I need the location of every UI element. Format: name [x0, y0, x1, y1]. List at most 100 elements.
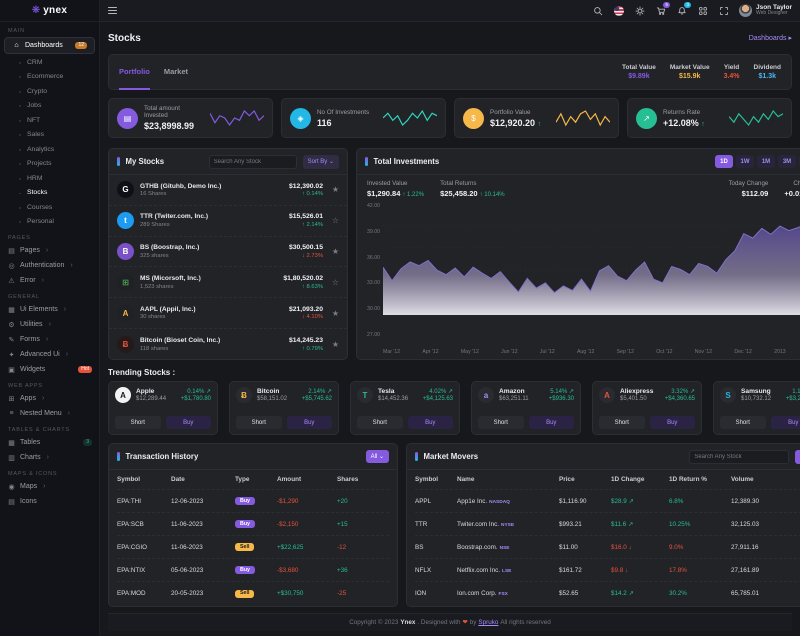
sidebar-item[interactable]: ○ Personal [0, 215, 99, 230]
user-profile[interactable]: Json Taylor Web Designer [739, 4, 792, 17]
sidebar-item[interactable]: – Stocks [0, 186, 99, 201]
stock-list-item[interactable]: G GTHB (Gituhb, Demo Inc.) 16 Shares $12… [109, 175, 347, 206]
stock-logo-icon: t [117, 212, 134, 229]
transaction-row[interactable]: EPA:CGIO 11-06-2023 Sell +$22,625 -12 [117, 536, 389, 559]
theme-toggle-sun-icon[interactable] [634, 5, 646, 17]
short-button[interactable]: Short [478, 416, 524, 429]
short-button[interactable]: Short [357, 416, 403, 429]
brand-logo[interactable]: ❋ ynex [0, 0, 99, 22]
short-button[interactable]: Short [599, 416, 645, 429]
favorite-star-icon[interactable]: ★ [329, 247, 339, 256]
mover-1d-return: 9.0% [669, 544, 731, 551]
time-range-button[interactable]: 3M [778, 155, 796, 168]
mover-1d-return: 30.2% [669, 590, 731, 597]
time-range-button[interactable]: 1M [757, 155, 775, 168]
buy-button[interactable]: Buy [529, 416, 575, 429]
stock-list-item[interactable]: ⊞ MS (Micorsoft, Inc.) 1,523 shares $1,8… [109, 267, 347, 298]
sidebar-item[interactable]: ▤ Pages › [0, 243, 99, 258]
sidebar-item[interactable]: ▣ Widgets Hot [0, 362, 99, 377]
movers-sort-by-button[interactable]: Sort By [795, 450, 800, 464]
sidebar-item[interactable]: ◎ Authentication › [0, 258, 99, 273]
tx-type-badge: Sell [235, 543, 254, 551]
cart-icon[interactable]: 5 [655, 5, 667, 17]
transaction-row[interactable]: EPA:MOD 20-05-2023 Sell +$30,750 -25 [117, 582, 389, 605]
sidebar-item[interactable]: ○ CRM [0, 55, 99, 70]
favorite-star-icon[interactable]: ☆ [329, 278, 339, 287]
sort-by-button[interactable]: Sort By ⌄ [303, 155, 339, 169]
stock-list-item[interactable]: A AAPL (Appil, Inc.) 30 shares $21,093.2… [109, 298, 347, 329]
sidebar-item-icon: ⊞ [7, 395, 16, 403]
tx-date: 11-06-2023 [171, 544, 235, 551]
mover-row[interactable]: BS Boostrap.com.NSE $11.00 $16.0 ↓ 9.0% … [415, 536, 800, 559]
sidebar-item[interactable]: ○ Analytics [0, 142, 99, 157]
short-button[interactable]: Short [115, 416, 161, 429]
stock-logo-icon: Ƀ [117, 336, 134, 353]
short-button[interactable]: Short [236, 416, 282, 429]
mover-row[interactable]: NFLX Netflix.com Inc.LSE $161.72 $9.8 ↓ … [415, 559, 800, 582]
mover-row[interactable]: APPL App1e Inc.NASDAQ $1,116.90 $28.9 ↗ … [415, 490, 800, 513]
mover-row[interactable]: ION Ion.com Corp.FSX $52.65 $14.2 ↗ 30.2… [415, 582, 800, 605]
tab[interactable]: Market [164, 54, 188, 90]
sidebar-item[interactable]: ○ HRM [0, 171, 99, 186]
transaction-row[interactable]: EPA:SCB 11-06-2023 Buy -$2,150 +15 [117, 513, 389, 536]
stock-logo-icon: ⊞ [117, 274, 134, 291]
time-range-button[interactable]: 1D [715, 155, 733, 168]
buy-button[interactable]: Buy [287, 416, 333, 429]
investment-stat-label: Invested Value [367, 180, 424, 187]
sidebar-item[interactable]: ○ NFT [0, 113, 99, 128]
stock-list-item[interactable]: Ƀ Bitcoin (Bioset Coin, Inc.) 118 shares… [109, 329, 347, 360]
apps-grid-icon[interactable] [697, 5, 709, 17]
favorite-star-icon[interactable]: ★ [329, 340, 339, 349]
sidebar-item[interactable]: ○ Sales [0, 128, 99, 143]
spruko-link[interactable]: Spruko [478, 619, 498, 626]
stock-list-item[interactable]: B BS (Boostrap, Inc.) 325 shares $30,500… [109, 237, 347, 268]
kpi-card: ◈ No Of Investments 116 [281, 98, 446, 138]
sidebar-item[interactable]: ▦ Ui Elements › [0, 302, 99, 317]
sidebar-item[interactable]: ▦ Tables 3 [0, 435, 99, 450]
title-accent-bar [117, 157, 120, 166]
sidebar-item[interactable]: ⌂ Dashboards 12 [4, 37, 95, 54]
buy-button[interactable]: Buy [771, 416, 800, 429]
sidebar-item[interactable]: ◉ Maps › [0, 479, 99, 494]
sidebar-item[interactable]: ⚠ Error › [0, 273, 99, 288]
favorite-star-icon[interactable]: ★ [329, 309, 339, 318]
buy-button[interactable]: Buy [650, 416, 696, 429]
language-flag-icon[interactable] [613, 5, 625, 17]
sidebar-item[interactable]: ○ Jobs [0, 99, 99, 114]
chevron-right-icon: › [46, 247, 48, 254]
hamburger-menu-icon[interactable] [108, 7, 117, 15]
sidebar-item[interactable]: ✎ Forms › [0, 332, 99, 347]
sidebar-item[interactable]: ▥ Charts › [0, 450, 99, 465]
notifications-badge: 3 [684, 2, 691, 9]
favorite-star-icon[interactable]: ★ [329, 185, 339, 194]
transaction-row[interactable]: EPA:NTIX 05-06-2023 Buy -$3,680 +36 [117, 559, 389, 582]
sidebar-item[interactable]: ○ Courses [0, 200, 99, 215]
trending-stock-change: +$1,780.80 [181, 396, 211, 402]
investment-stat-label: Change [784, 180, 800, 187]
notifications-bell-icon[interactable]: 3 [676, 5, 688, 17]
breadcrumb[interactable]: Dashboards ▸ [749, 34, 792, 42]
favorite-star-icon[interactable]: ☆ [329, 216, 339, 225]
sidebar-item[interactable]: ○ Crypto [0, 84, 99, 99]
tab[interactable]: Portfolio [119, 54, 150, 90]
sidebar-item[interactable]: ○ Projects [0, 157, 99, 172]
movers-search-input[interactable] [689, 450, 789, 464]
fullscreen-icon[interactable] [718, 5, 730, 17]
sidebar-item[interactable]: ✦ Advanced Ui › [0, 347, 99, 362]
buy-button[interactable]: Buy [408, 416, 454, 429]
time-range-button[interactable]: 1W [736, 155, 754, 168]
sidebar-item[interactable]: ▤ Icons [0, 494, 99, 509]
sidebar-item[interactable]: ⚙ Utilities › [0, 317, 99, 332]
mover-row[interactable]: TTR Twiter.com Inc.NYSE $993.21 $11.6 ↗ … [415, 513, 800, 536]
buy-button[interactable]: Buy [166, 416, 212, 429]
filter-all-button[interactable]: All ⌄ [366, 450, 389, 463]
transaction-row[interactable]: EPA:THI 12-06-2023 Buy -$1,290 +20 [117, 490, 389, 513]
sidebar-item[interactable]: ≡ Nested Menu › [0, 406, 99, 421]
mover-name: Ion.com Corp. [457, 590, 497, 597]
search-icon[interactable] [592, 5, 604, 17]
sidebar-item[interactable]: ⊞ Apps › [0, 391, 99, 406]
stocks-search-input[interactable] [209, 155, 297, 169]
short-button[interactable]: Short [720, 416, 766, 429]
sidebar-item[interactable]: ○ Ecommerce [0, 70, 99, 85]
stock-list-item[interactable]: t TTR (Twiter.com, Inc.) 289 Shares $15,… [109, 206, 347, 237]
